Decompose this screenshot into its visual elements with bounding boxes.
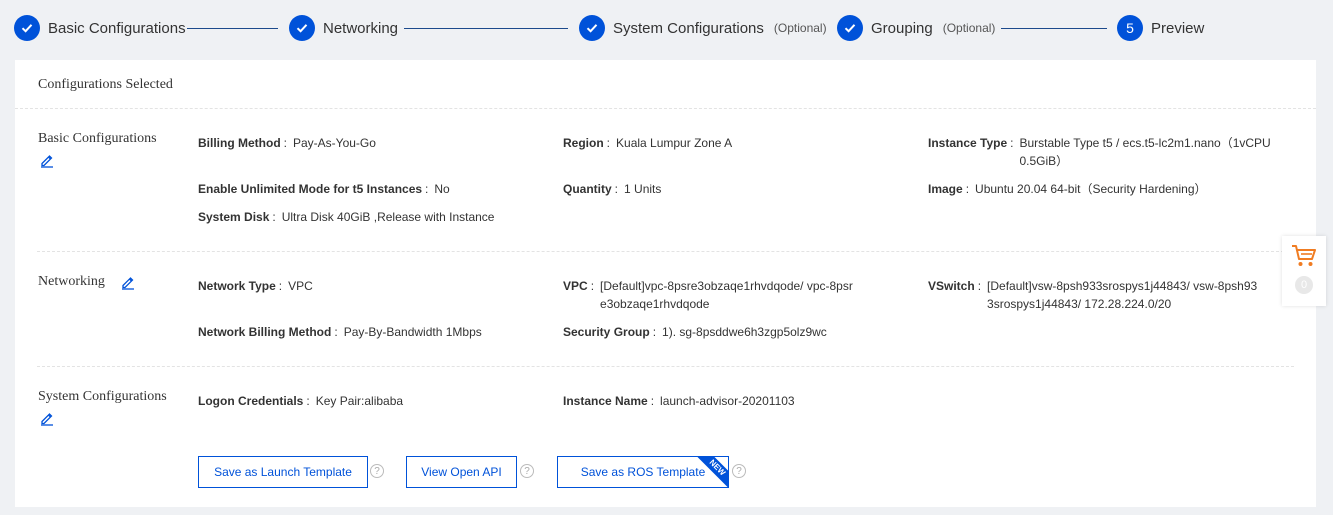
divider xyxy=(37,251,1294,252)
step-basic-configurations[interactable]: Basic Configurations xyxy=(14,14,186,42)
field-image: Image: Ubuntu 20.04 64-bit（Security Harde… xyxy=(928,182,1207,196)
save-as-ros-template-button[interactable]: Save as ROS Template NEW xyxy=(557,456,729,488)
section-title-system: System Configurations xyxy=(38,389,167,404)
configurations-card: Configurations Selected Basic Configurat… xyxy=(15,60,1316,507)
field-vpc: VPC: [Default]vpc-8psre3obzaqe1rhvdqode/ … xyxy=(563,279,853,311)
step-label: Networking xyxy=(323,19,399,37)
field-network-type: Network Type: VPC xyxy=(198,279,313,293)
step-system-configurations[interactable]: System Configurations (Optional) xyxy=(579,14,827,42)
step-label: Basic Configurations xyxy=(48,19,186,37)
shopping-cart-widget[interactable]: 0 xyxy=(1282,236,1326,306)
field-instance-name: Instance Name: launch-advisor-20201103 xyxy=(563,394,795,408)
edit-networking-icon[interactable] xyxy=(120,274,136,290)
step-connector xyxy=(404,28,568,29)
step-optional-label: (Optional) xyxy=(942,21,996,35)
view-open-api-button[interactable]: View Open API xyxy=(406,456,517,488)
step-preview[interactable]: 5 Preview xyxy=(1117,14,1204,42)
edit-basic-icon[interactable] xyxy=(39,152,55,168)
field-vswitch: VSwitch: [Default]vsw-8psh933srospys1j448… xyxy=(928,279,1258,311)
step-networking[interactable]: Networking xyxy=(289,14,398,42)
cart-count-badge: 0 xyxy=(1295,276,1313,294)
field-security-group: Security Group:1). sg-8psddwe6h3zgp5olz9… xyxy=(563,325,827,339)
button-label: Save as ROS Template xyxy=(580,465,706,479)
field-billing-method: Billing Method: Pay-As-You-Go xyxy=(198,136,376,150)
field-unlimited-mode: Enable Unlimited Mode for t5 Instances: N… xyxy=(198,182,450,196)
field-network-billing-method: Network Billing Method: Pay-By-Bandwidth … xyxy=(198,325,482,339)
step-connector xyxy=(1001,28,1107,29)
help-icon[interactable]: ? xyxy=(520,464,534,478)
field-system-disk: System Disk: Ultra Disk 40GiB ,Release wi… xyxy=(198,210,495,224)
step-optional-label: (Optional) xyxy=(773,21,827,35)
shopping-cart-icon xyxy=(1292,245,1316,266)
step-label: Grouping xyxy=(871,19,933,37)
check-icon xyxy=(837,15,863,41)
step-connector xyxy=(187,28,278,29)
section-title-basic: Basic Configurations xyxy=(38,131,157,146)
check-icon xyxy=(579,15,605,41)
divider xyxy=(37,366,1294,367)
step-number: 5 xyxy=(1117,15,1143,41)
step-label: Preview xyxy=(1151,19,1205,37)
field-logon-credentials: Logon Credentials: Key Pair:alibaba xyxy=(198,394,404,408)
check-icon xyxy=(289,15,315,41)
help-icon[interactable]: ? xyxy=(370,464,384,478)
section-title-networking: Networking xyxy=(38,274,105,289)
save-as-launch-template-button[interactable]: Save as Launch Template xyxy=(198,456,368,488)
field-region: Region: Kuala Lumpur Zone A xyxy=(563,136,733,150)
divider xyxy=(15,108,1316,109)
edit-system-icon[interactable] xyxy=(39,410,55,426)
help-icon[interactable]: ? xyxy=(732,464,746,478)
field-quantity: Quantity:1 Units xyxy=(563,182,662,196)
card-title: Configurations Selected xyxy=(38,77,173,92)
step-label: System Configurations xyxy=(613,19,764,37)
step-grouping[interactable]: Grouping (Optional) xyxy=(837,14,995,42)
progress-stepper: Basic Configurations Networking System C… xyxy=(0,0,1333,58)
field-instance-type: Instance Type: Burstable Type t5 / ecs.t5… xyxy=(928,136,1271,168)
check-icon xyxy=(14,15,40,41)
